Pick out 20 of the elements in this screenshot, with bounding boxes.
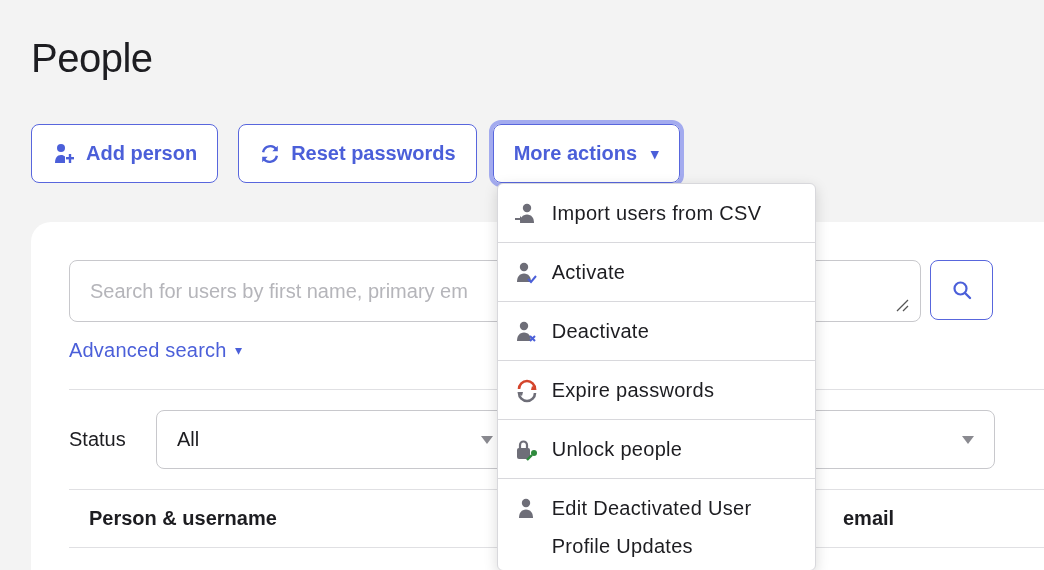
lock-key-icon [514, 438, 539, 462]
menu-item[interactable]: Import users from CSV [497, 184, 815, 242]
menu-item[interactable]: Unlock people [497, 419, 815, 478]
caret-icon: ▾ [234, 338, 242, 362]
filter-label: Status [69, 428, 127, 451]
add-person-icon [52, 141, 76, 166]
reset-passwords-button[interactable]: Reset passwords [238, 124, 477, 183]
search-icon [951, 280, 972, 300]
caret-icon: ▾ [651, 144, 659, 163]
advanced-search-link[interactable]: Advanced search ▾ [69, 338, 242, 362]
column-header: email [843, 507, 895, 530]
page-title: People [31, 35, 153, 82]
column-header: Person & username [89, 507, 277, 530]
dropdown-arrow-icon [962, 435, 974, 444]
add-person-button[interactable]: Add person [31, 124, 219, 183]
dropdown-arrow-icon [481, 435, 493, 444]
resize-handle-icon [895, 298, 909, 312]
person-cross-icon [514, 320, 539, 344]
search-button[interactable] [930, 260, 993, 320]
person-check-icon [514, 261, 539, 285]
